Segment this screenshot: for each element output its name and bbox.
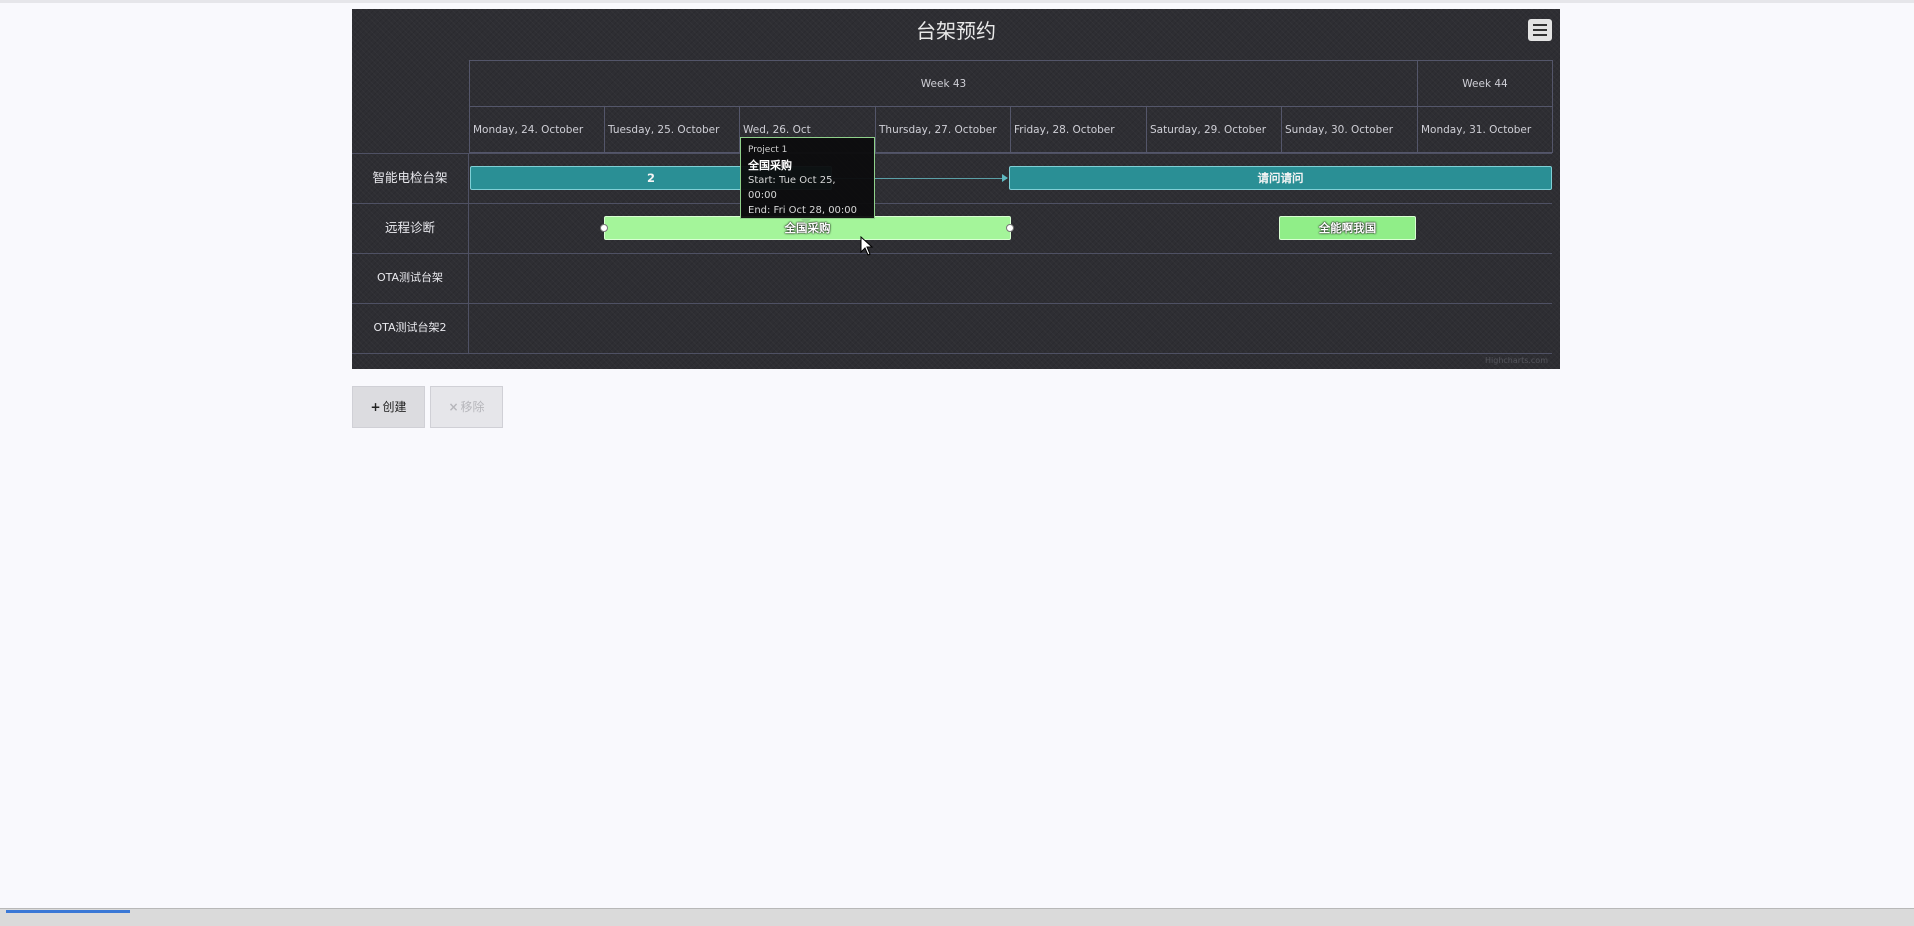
- remove-button-label: 移除: [460, 400, 485, 414]
- task-bar[interactable]: 请问请问: [1009, 166, 1552, 190]
- tooltip-project: Project 1: [748, 145, 788, 155]
- tooltip-end: End: Fri Oct 28, 00:00: [748, 205, 858, 216]
- create-button-label: 创建: [382, 400, 407, 414]
- remove-button[interactable]: × 移除: [430, 386, 503, 428]
- row-divider: [352, 253, 1552, 254]
- row-divider: [352, 153, 1552, 154]
- day-header: Sunday, 30. October: [1281, 106, 1418, 153]
- horizontal-scrollbar[interactable]: [0, 908, 1914, 926]
- day-header: Monday, 31. October: [1417, 106, 1553, 153]
- day-header: Friday, 28. October: [1010, 106, 1147, 153]
- hamburger-menu-icon[interactable]: [1528, 19, 1552, 41]
- row-divider: [352, 203, 1552, 204]
- task-tooltip: Project 1 全国采购 Start: Tue Oct 25, 00:00 …: [740, 137, 875, 219]
- row-label: OTA测试台架: [376, 271, 444, 284]
- chart-credits[interactable]: Highcharts.com: [1485, 356, 1548, 365]
- row-label: OTA测试台架2: [373, 321, 447, 334]
- day-header: Thursday, 27. October: [875, 106, 1011, 153]
- drag-handle-start[interactable]: [600, 224, 608, 232]
- day-header: Tuesday, 25. October: [604, 106, 740, 153]
- row-label: 智能电检台架: [372, 170, 448, 185]
- tooltip-task-name: 全国采购: [748, 159, 792, 172]
- close-icon: ×: [448, 400, 459, 414]
- task-bar[interactable]: 全能啊我国: [1279, 216, 1416, 240]
- week-header: Week 44: [1417, 60, 1553, 107]
- tooltip-start: Start: Tue Oct 25, 00:00: [748, 175, 836, 201]
- tooltip-pointer: [800, 218, 812, 224]
- row-divider: [352, 353, 1552, 354]
- plus-icon: +: [370, 400, 381, 414]
- create-button[interactable]: + 创建: [352, 386, 425, 428]
- row-divider: [352, 303, 1552, 304]
- scrollbar-thumb[interactable]: [6, 910, 130, 913]
- top-border: [0, 0, 1914, 3]
- day-header: Monday, 24. October: [469, 106, 605, 153]
- gantt-chart: 台架预约 Week 43 Week 44 Monday, 24. October…: [352, 9, 1560, 369]
- day-header: Saturday, 29. October: [1146, 106, 1282, 153]
- drag-handle-end[interactable]: [1006, 224, 1014, 232]
- dependency-arrow-icon: [1002, 174, 1008, 182]
- row-label: 远程诊断: [384, 220, 435, 235]
- mouse-cursor-icon: [860, 236, 874, 256]
- label-column-divider: [468, 153, 469, 353]
- chart-title: 台架预约: [916, 19, 996, 43]
- week-header: Week 43: [469, 60, 1418, 107]
